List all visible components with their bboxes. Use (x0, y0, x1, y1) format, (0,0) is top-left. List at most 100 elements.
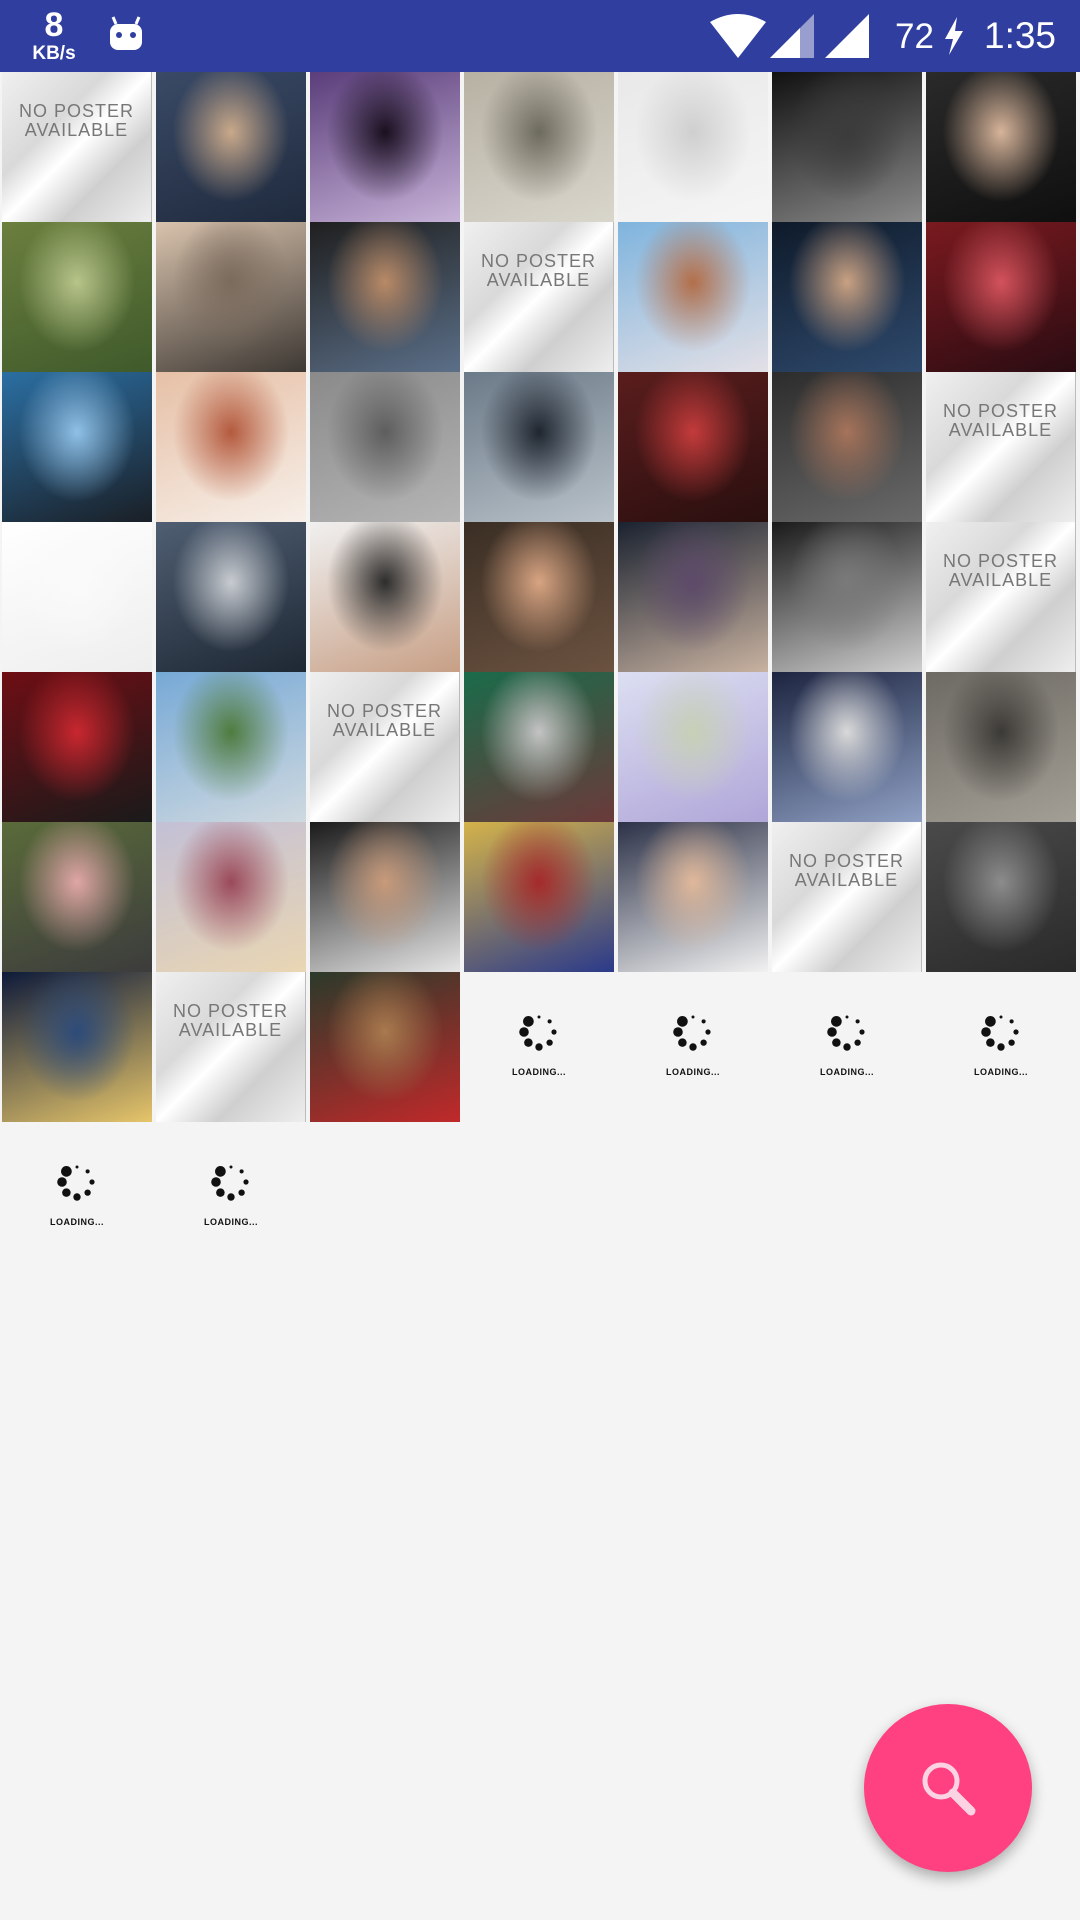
poster-tile-no-poster[interactable]: NO POSTER AVAILABLE (2, 72, 152, 222)
poster-tile-no-poster[interactable]: NO POSTER AVAILABLE (926, 372, 1076, 522)
poster-tile[interactable] (618, 222, 768, 372)
poster-tile[interactable] (464, 672, 614, 822)
network-speed: 8 KB/s (26, 8, 82, 63)
poster-tile[interactable] (310, 522, 460, 672)
poster-image (464, 672, 614, 822)
poster-tile[interactable] (926, 72, 1076, 222)
poster-tile-loading: LOADING... (926, 972, 1076, 1122)
cell-signal-icon (770, 14, 814, 58)
poster-tile[interactable] (310, 372, 460, 522)
poster-tile[interactable] (618, 822, 768, 972)
battery-level: 72 (895, 17, 934, 56)
poster-image (156, 822, 306, 972)
poster-tile-no-poster[interactable]: NO POSTER AVAILABLE (310, 672, 460, 822)
poster-image (310, 72, 460, 222)
poster-image (464, 72, 614, 222)
poster-tile[interactable] (2, 822, 152, 972)
poster-tile[interactable] (772, 222, 922, 372)
no-poster-text: NO POSTER AVAILABLE (326, 701, 442, 740)
poster-image (772, 522, 922, 672)
poster-tile[interactable] (926, 222, 1076, 372)
charging-bolt-icon (945, 17, 963, 55)
loading-label: LOADING... (666, 1067, 720, 1077)
poster-tile[interactable] (618, 72, 768, 222)
poster-tile-no-poster[interactable]: NO POSTER AVAILABLE (926, 522, 1076, 672)
clock: 1:35 (984, 15, 1057, 56)
poster-tile-no-poster[interactable]: NO POSTER AVAILABLE (156, 972, 306, 1122)
poster-tile[interactable] (156, 672, 306, 822)
poster-image (926, 672, 1076, 822)
poster-image (772, 372, 922, 522)
no-poster-text: NO POSTER AVAILABLE (788, 851, 904, 890)
poster-tile[interactable] (772, 522, 922, 672)
poster-image (618, 222, 768, 372)
loading-label: LOADING... (820, 1067, 874, 1077)
loading-spinner-icon (981, 1015, 1019, 1051)
poster-tile[interactable] (618, 522, 768, 672)
poster-tile-loading: LOADING... (618, 972, 768, 1122)
poster-tile[interactable] (772, 372, 922, 522)
poster-tile-no-poster[interactable]: NO POSTER AVAILABLE (464, 222, 614, 372)
poster-tile[interactable] (310, 72, 460, 222)
search-fab-button[interactable] (864, 1704, 1032, 1872)
poster-tile[interactable] (310, 822, 460, 972)
poster-tile[interactable] (926, 822, 1076, 972)
loading-spinner-icon (211, 1165, 249, 1201)
poster-tile[interactable] (2, 372, 152, 522)
poster-tile[interactable] (156, 222, 306, 372)
poster-tile[interactable] (2, 222, 152, 372)
loading-label: LOADING... (512, 1067, 566, 1077)
poster-tile[interactable] (772, 672, 922, 822)
poster-image (464, 522, 614, 672)
poster-image (310, 222, 460, 372)
poster-image (310, 822, 460, 972)
poster-tile[interactable] (156, 522, 306, 672)
poster-image (618, 672, 768, 822)
poster-tile[interactable] (310, 222, 460, 372)
search-icon (922, 1762, 976, 1816)
poster-tile-loading: LOADING... (156, 1122, 306, 1272)
poster-tile[interactable] (2, 972, 152, 1122)
poster-tile-loading: LOADING... (772, 972, 922, 1122)
poster-tile[interactable] (464, 822, 614, 972)
poster-tile[interactable] (618, 372, 768, 522)
poster-image (156, 522, 306, 672)
poster-tile[interactable] (2, 672, 152, 822)
loading-spinner-icon (827, 1015, 865, 1051)
poster-image (310, 522, 460, 672)
poster-image (310, 372, 460, 522)
poster-image (772, 672, 922, 822)
poster-tile-no-poster[interactable]: NO POSTER AVAILABLE (772, 822, 922, 972)
poster-image (926, 222, 1076, 372)
poster-image (926, 822, 1076, 972)
poster-tile[interactable] (156, 372, 306, 522)
poster-tile[interactable] (310, 972, 460, 1122)
poster-tile[interactable] (464, 522, 614, 672)
poster-image (156, 672, 306, 822)
loading-label: LOADING... (50, 1217, 104, 1227)
cell-signal-icon (825, 14, 869, 58)
poster-tile[interactable] (2, 522, 152, 672)
poster-tile[interactable] (156, 822, 306, 972)
loading-spinner-icon (519, 1015, 557, 1051)
no-poster-text: NO POSTER AVAILABLE (942, 551, 1058, 590)
poster-tile[interactable] (618, 672, 768, 822)
poster-image (618, 522, 768, 672)
poster-tile[interactable] (464, 72, 614, 222)
poster-tile[interactable] (156, 72, 306, 222)
status-bar: 8 KB/s 72 1:35 (0, 0, 1080, 72)
poster-image (2, 222, 152, 372)
poster-tile[interactable] (464, 372, 614, 522)
poster-tile[interactable] (772, 72, 922, 222)
poster-image (156, 222, 306, 372)
poster-tile-loading: LOADING... (464, 972, 614, 1122)
poster-image (2, 972, 152, 1122)
poster-image (2, 372, 152, 522)
poster-grid: NO POSTER AVAILABLE NO POSTER AVAILABLE NO… (0, 72, 1080, 1272)
poster-tile[interactable] (926, 672, 1076, 822)
poster-image (156, 72, 306, 222)
poster-image (156, 372, 306, 522)
poster-image (772, 222, 922, 372)
poster-image (618, 72, 768, 222)
poster-image (310, 972, 460, 1122)
